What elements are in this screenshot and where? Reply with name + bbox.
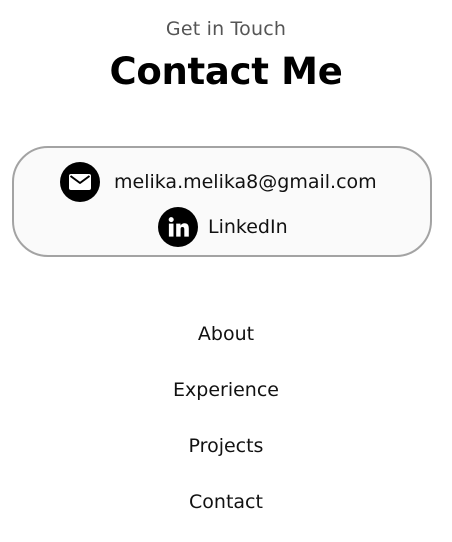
nav-item-experience: Experience	[0, 374, 452, 430]
contact-page: Get in Touch Contact Me melika.melika8@g…	[0, 0, 452, 542]
linkedin-link[interactable]: LinkedIn	[208, 216, 288, 238]
nav-link-contact[interactable]: Contact	[189, 486, 263, 518]
nav-item-projects: Projects	[0, 430, 452, 486]
email-link[interactable]: melika.melika8@gmail.com	[114, 171, 377, 193]
nav-link-about[interactable]: About	[198, 318, 254, 350]
linkedin-contact-row: LinkedIn	[158, 207, 288, 247]
linkedin-icon[interactable]	[158, 207, 198, 247]
email-contact-row: melika.melika8@gmail.com	[60, 162, 377, 202]
section-eyebrow: Get in Touch	[165, 18, 287, 40]
nav-item-contact: Contact	[0, 486, 452, 542]
page-title: Contact Me	[109, 50, 343, 93]
nav-link-projects[interactable]: Projects	[189, 430, 264, 462]
nav-item-about: About	[0, 318, 452, 374]
footer-nav: About Experience Projects Contact	[0, 318, 452, 542]
email-icon[interactable]	[60, 162, 100, 202]
nav-link-experience[interactable]: Experience	[173, 374, 279, 406]
contact-card: melika.melika8@gmail.com LinkedIn	[12, 146, 432, 257]
